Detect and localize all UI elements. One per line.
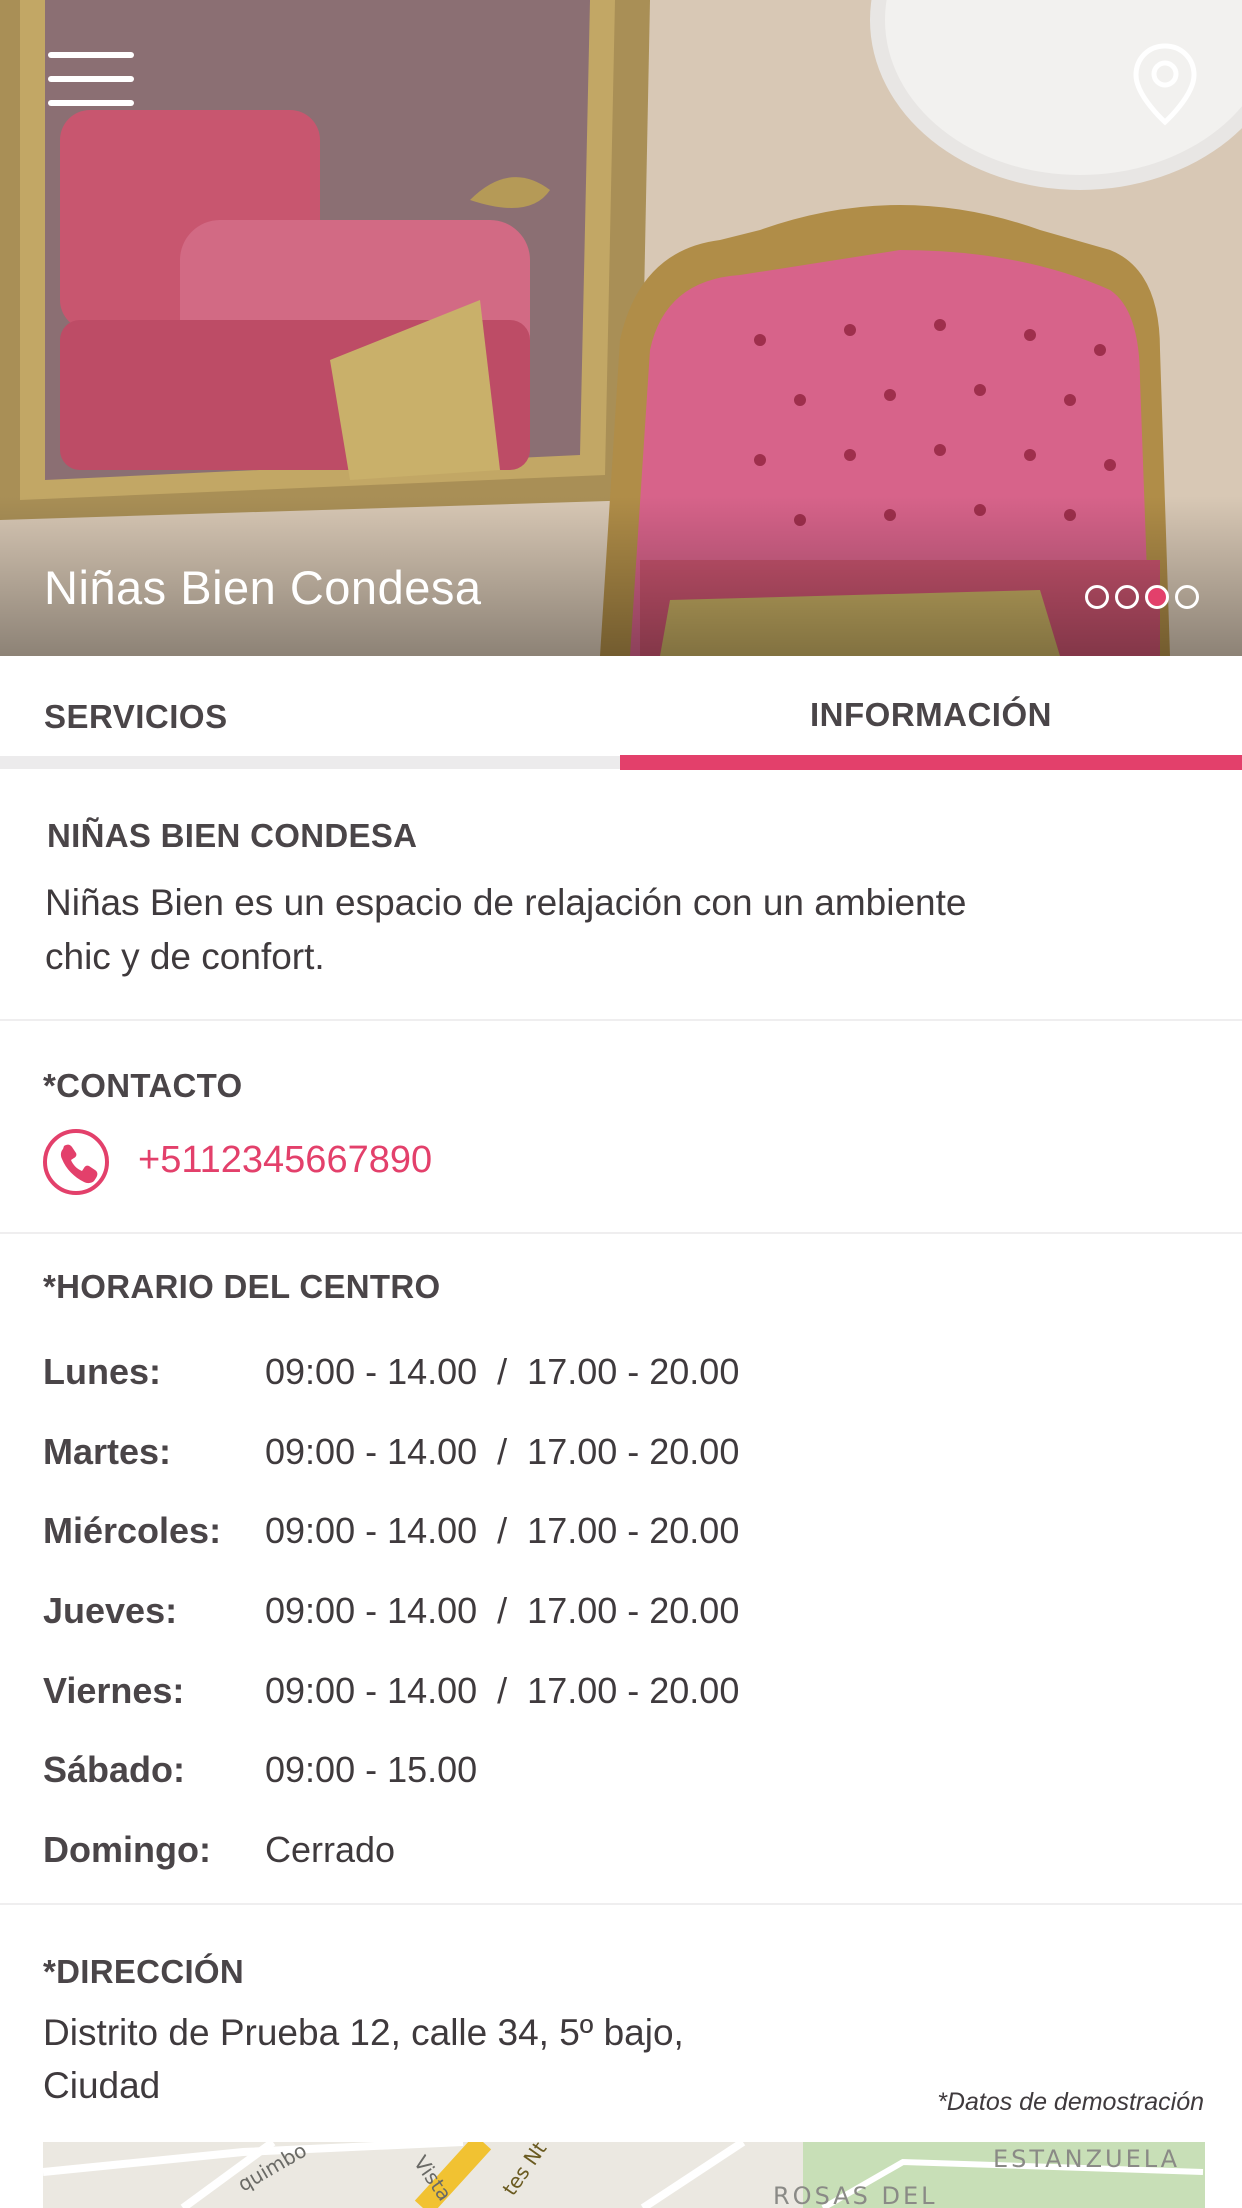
about-description-line2: chic y de confort. — [45, 936, 325, 977]
hours-time: 09:00 - 14.00 / 17.00 - 20.00 — [265, 1431, 740, 1472]
hero-gallery[interactable]: Niñas Bien Condesa — [0, 0, 1242, 656]
address-title: *DIRECCIÓN — [43, 1953, 245, 1990]
phone-icon[interactable] — [42, 1128, 110, 1196]
tab-bar: SERVICIOS INFORMACIÓN — [0, 656, 1242, 770]
map-pin-icon[interactable] — [1130, 42, 1200, 126]
hero-title: Niñas Bien Condesa — [44, 561, 482, 614]
tab-informacion[interactable]: INFORMACIÓN — [620, 656, 1242, 769]
address-line1: Distrito de Prueba 12, calle 34, 5º bajo… — [43, 2012, 684, 2053]
hours-time: Cerrado — [265, 1829, 396, 1870]
about-section: NIÑAS BIEN CONDESA Niñas Bien es un espa… — [0, 769, 1242, 1021]
map-preview[interactable]: ESTANZUELA ROSAS DEL quimbo Vista tes Nt — [43, 2142, 1205, 2208]
about-title: NIÑAS BIEN CONDESA — [47, 817, 418, 854]
hours-day: Sábado: — [43, 1749, 186, 1790]
hours-day: Jueves: — [43, 1590, 178, 1631]
phone-number-link[interactable]: +5112345667890 — [138, 1139, 432, 1182]
map-tiles: ESTANZUELA ROSAS DEL quimbo Vista tes Nt — [43, 2142, 1205, 2208]
about-description-line1: Niñas Bien es un espacio de relajación c… — [45, 882, 967, 923]
tab-label: SERVICIOS — [44, 698, 228, 735]
hours-day: Miércoles: — [43, 1510, 222, 1551]
hours-time: 09:00 - 14.00 / 17.00 - 20.00 — [265, 1351, 740, 1392]
carousel-indicator — [1085, 585, 1199, 609]
address-line2: Ciudad — [43, 2065, 161, 2106]
contact-section: *CONTACTO +5112345667890 — [0, 1021, 1242, 1234]
hours-section: *HORARIO DEL CENTRO Lunes: 09:00 - 14.00… — [0, 1234, 1242, 1905]
map-label: ROSAS DEL — [773, 2182, 938, 2208]
hamburger-menu-icon — [48, 52, 134, 58]
hours-day: Martes: — [43, 1431, 172, 1472]
contact-title: *CONTACTO — [43, 1067, 243, 1104]
hours-time: 09:00 - 15.00 — [265, 1749, 478, 1790]
hours-time: 09:00 - 14.00 / 17.00 - 20.00 — [265, 1590, 740, 1631]
hours-day: Domingo: — [43, 1829, 211, 1870]
menu-button[interactable] — [48, 50, 134, 110]
hours-time: 09:00 - 14.00 / 17.00 - 20.00 — [265, 1670, 740, 1711]
carousel-dot[interactable] — [1085, 585, 1109, 609]
map-label: ESTANZUELA — [993, 2145, 1180, 2173]
tab-servicios[interactable]: SERVICIOS — [0, 656, 620, 769]
hours-time: 09:00 - 14.00 / 17.00 - 20.00 — [265, 1510, 740, 1551]
hours-title: *HORARIO DEL CENTRO — [43, 1268, 441, 1305]
carousel-dot-active[interactable] — [1145, 585, 1169, 609]
carousel-dot[interactable] — [1175, 585, 1199, 609]
hours-day: Lunes: — [43, 1351, 162, 1392]
tab-active-indicator — [620, 755, 1242, 770]
tab-label: INFORMACIÓN — [810, 696, 1052, 733]
carousel-dot[interactable] — [1115, 585, 1139, 609]
demo-data-note: *Datos de demostración — [937, 2088, 1204, 2116]
hours-day: Viernes: — [43, 1670, 185, 1711]
